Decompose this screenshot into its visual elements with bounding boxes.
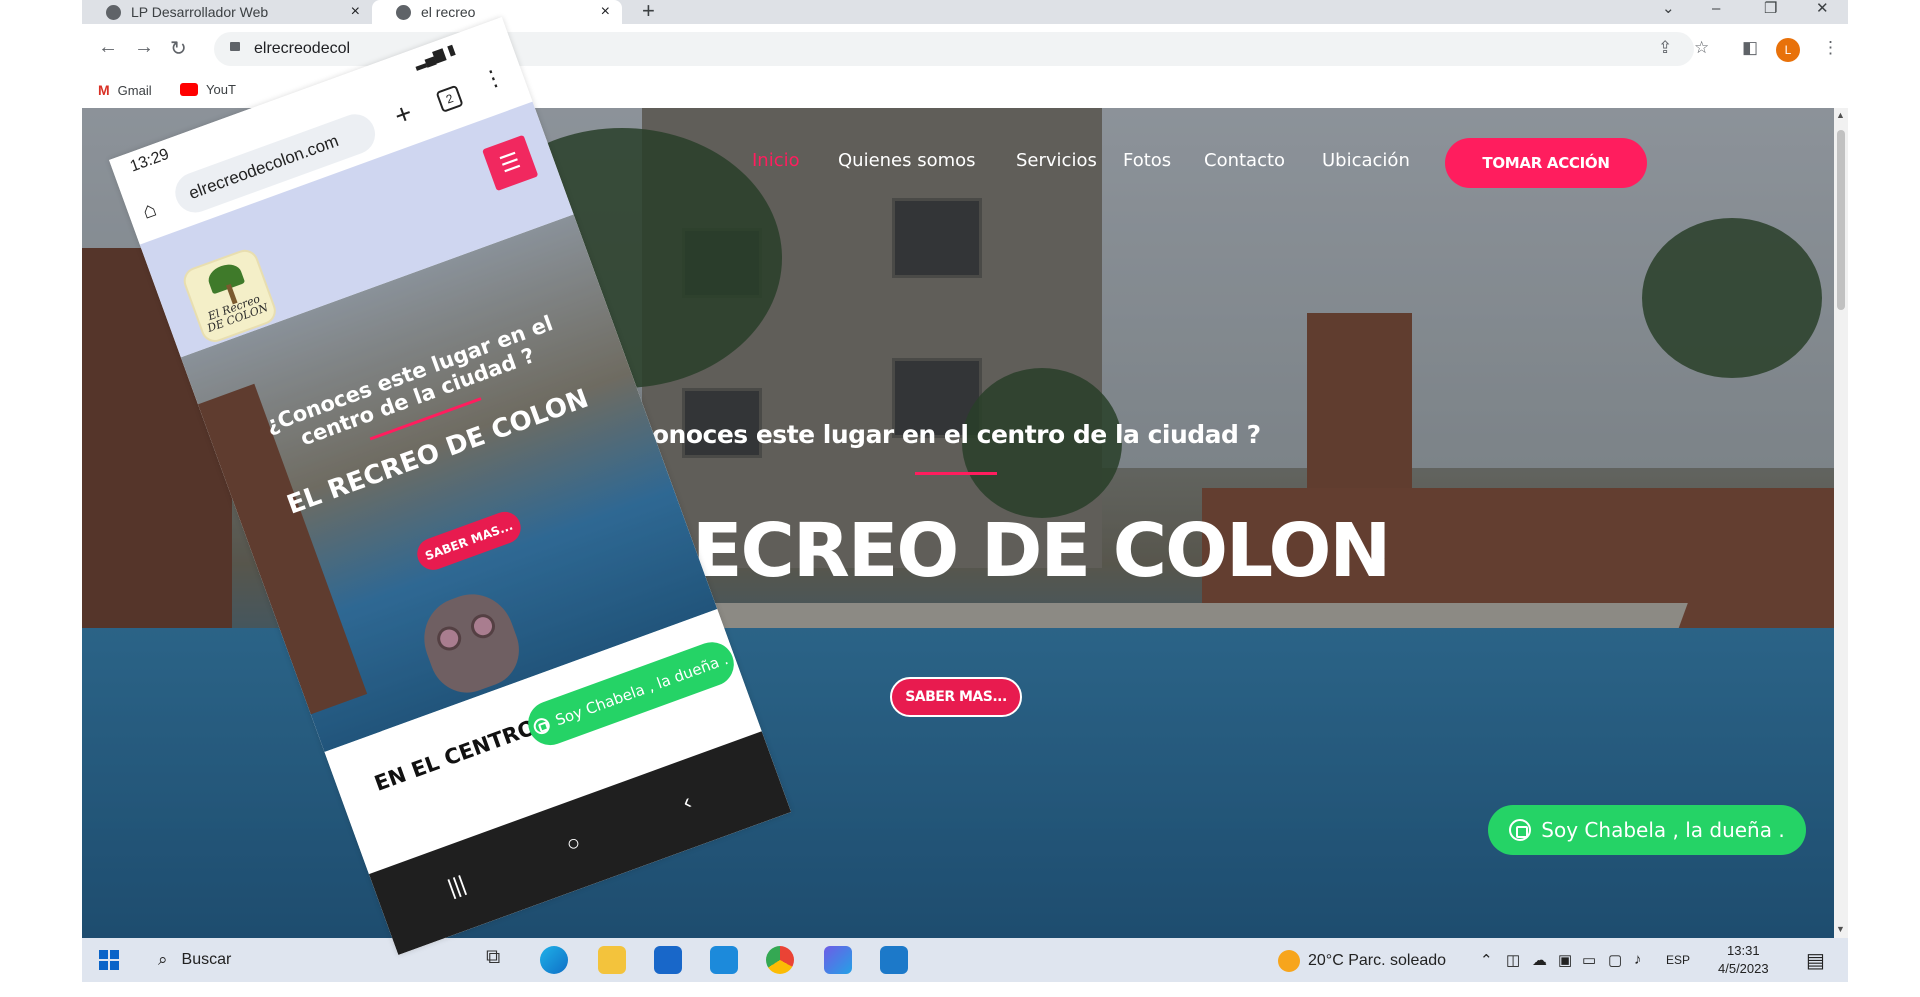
tray-app-icon[interactable]: ◫ bbox=[1506, 951, 1520, 969]
nav-link-servicios[interactable]: Servicios bbox=[1016, 150, 1097, 171]
windows-taskbar: ⌕ Buscar ⧉ 20°C Parc. soleado ⌃ ◫ ☁ ▣ ▭ … bbox=[82, 938, 1848, 982]
bookmark-gmail[interactable]: M Gmail bbox=[98, 82, 152, 98]
tray-overflow-icon[interactable]: ⌃ bbox=[1480, 951, 1493, 969]
scroll-up-icon[interactable]: ▲ bbox=[1836, 110, 1845, 120]
tab-strip: LP Desarrollador Web × el recreo × + ⌄ –… bbox=[82, 0, 1848, 24]
nav-link-contacto[interactable]: Contacto bbox=[1204, 150, 1285, 171]
close-icon[interactable]: × bbox=[601, 3, 610, 21]
bookmark-youtube[interactable]: YouT bbox=[180, 82, 236, 97]
store-icon[interactable] bbox=[654, 946, 682, 974]
copilot-icon[interactable] bbox=[824, 946, 852, 974]
back-icon[interactable]: ← bbox=[98, 36, 118, 59]
phone-new-tab-icon[interactable]: + bbox=[390, 97, 416, 133]
weather-widget[interactable]: 20°C Parc. soleado bbox=[1278, 950, 1446, 972]
clock-time: 13:31 bbox=[1727, 943, 1760, 958]
hero-subtitle: ¿Conoces este lugar en el centro de la c… bbox=[620, 420, 1261, 449]
bookmark-label: YouT bbox=[206, 82, 236, 97]
screen: LP Desarrollador Web × el recreo × + ⌄ –… bbox=[0, 0, 1920, 997]
forward-icon[interactable]: → bbox=[134, 36, 154, 59]
nav-link-inicio[interactable]: Inicio bbox=[752, 150, 800, 171]
language-indicator[interactable]: ESP bbox=[1666, 953, 1690, 967]
nav-link-ubicacion[interactable]: Ubicación bbox=[1322, 150, 1410, 171]
hero-title: RECREO DE COLON bbox=[637, 508, 1391, 594]
globe-icon bbox=[106, 4, 121, 20]
url-text: elrecreodecol bbox=[254, 40, 351, 57]
whatsapp-label: Soy Chabela , la dueña . bbox=[1541, 818, 1785, 842]
whatsapp-icon bbox=[1509, 819, 1532, 841]
youtube-icon bbox=[180, 83, 198, 96]
vscode-icon[interactable] bbox=[880, 946, 908, 974]
scrollbar-thumb[interactable] bbox=[1837, 130, 1845, 310]
kebab-menu-icon[interactable]: ⋮ bbox=[1822, 38, 1839, 58]
cta-button[interactable]: TOMAR ACCIÓN bbox=[1445, 138, 1647, 188]
phone-kebab-menu-icon[interactable]: ⋮ bbox=[479, 63, 509, 95]
taskbar-search[interactable]: ⌕ Buscar bbox=[146, 942, 356, 978]
onedrive-icon[interactable]: ☁ bbox=[1532, 951, 1547, 969]
palm-logo-icon bbox=[205, 260, 246, 295]
minimize-icon[interactable]: – bbox=[1712, 0, 1720, 24]
file-explorer-icon[interactable] bbox=[598, 946, 626, 974]
browser-toolbar: ← → ↻ elrecreodecol ⇪ ☆ ◧ L ⋮ bbox=[82, 24, 1848, 74]
network-icon[interactable]: ▢ bbox=[1608, 951, 1622, 969]
recent-apps-icon[interactable]: ||| bbox=[444, 871, 469, 901]
nav-link-quienes-somos[interactable]: Quienes somos bbox=[838, 150, 976, 171]
tab-label: LP Desarrollador Web bbox=[131, 4, 269, 20]
clock[interactable]: 13:31 4/5/2023 bbox=[1718, 942, 1769, 978]
bookmark-star-icon[interactable]: ☆ bbox=[1694, 38, 1709, 58]
edge-icon[interactable] bbox=[540, 946, 568, 974]
tab-lp-desarrollador[interactable]: LP Desarrollador Web × bbox=[82, 0, 372, 24]
search-placeholder: Buscar bbox=[181, 951, 232, 968]
window-close-icon[interactable]: ✕ bbox=[1816, 0, 1829, 24]
home-icon[interactable]: ⌂ bbox=[139, 196, 160, 225]
android-home-icon[interactable]: ○ bbox=[563, 829, 584, 858]
battery-icon[interactable]: ▭ bbox=[1582, 951, 1596, 969]
clock-date: 4/5/2023 bbox=[1718, 961, 1769, 976]
saber-mas-button[interactable]: SABER MAS... bbox=[890, 677, 1022, 717]
phone-tab-count[interactable]: 2 bbox=[435, 84, 464, 113]
notifications-icon[interactable]: ▤ bbox=[1806, 948, 1825, 973]
close-icon[interactable]: × bbox=[351, 3, 360, 21]
nav-link-fotos[interactable]: Fotos bbox=[1123, 150, 1171, 171]
lock-icon bbox=[230, 42, 240, 51]
bookmark-label: Gmail bbox=[117, 82, 152, 98]
windows-start-icon[interactable] bbox=[99, 950, 119, 970]
side-panel-icon[interactable]: ◧ bbox=[1742, 38, 1758, 58]
tab-label: el recreo bbox=[421, 4, 476, 20]
partly-sunny-icon bbox=[1278, 950, 1300, 972]
hero-divider bbox=[915, 472, 997, 475]
weather-text: 20°C Parc. soleado bbox=[1308, 952, 1447, 969]
globe-icon bbox=[396, 4, 411, 20]
mail-icon[interactable] bbox=[710, 946, 738, 974]
tab-search-chevron-icon[interactable]: ⌄ bbox=[1662, 0, 1675, 24]
gmail-icon: M bbox=[98, 82, 110, 98]
share-icon[interactable]: ⇪ bbox=[1658, 38, 1672, 58]
volume-icon[interactable]: ♪ bbox=[1634, 951, 1642, 968]
new-tab-button[interactable]: + bbox=[642, 0, 655, 22]
scroll-down-icon[interactable]: ▼ bbox=[1836, 924, 1845, 934]
task-view-icon[interactable]: ⧉ bbox=[486, 946, 514, 974]
whatsapp-icon bbox=[531, 715, 553, 737]
restore-icon[interactable]: ❐ bbox=[1764, 0, 1777, 24]
android-back-icon[interactable]: ‹ bbox=[679, 789, 695, 816]
profile-avatar[interactable]: L bbox=[1776, 38, 1800, 62]
tray-monitor-icon[interactable]: ▣ bbox=[1558, 951, 1572, 969]
search-icon: ⌕ bbox=[158, 950, 168, 969]
chrome-icon[interactable] bbox=[766, 946, 794, 974]
whatsapp-button[interactable]: Soy Chabela , la dueña . bbox=[1488, 805, 1806, 855]
reload-icon[interactable]: ↻ bbox=[170, 36, 187, 61]
